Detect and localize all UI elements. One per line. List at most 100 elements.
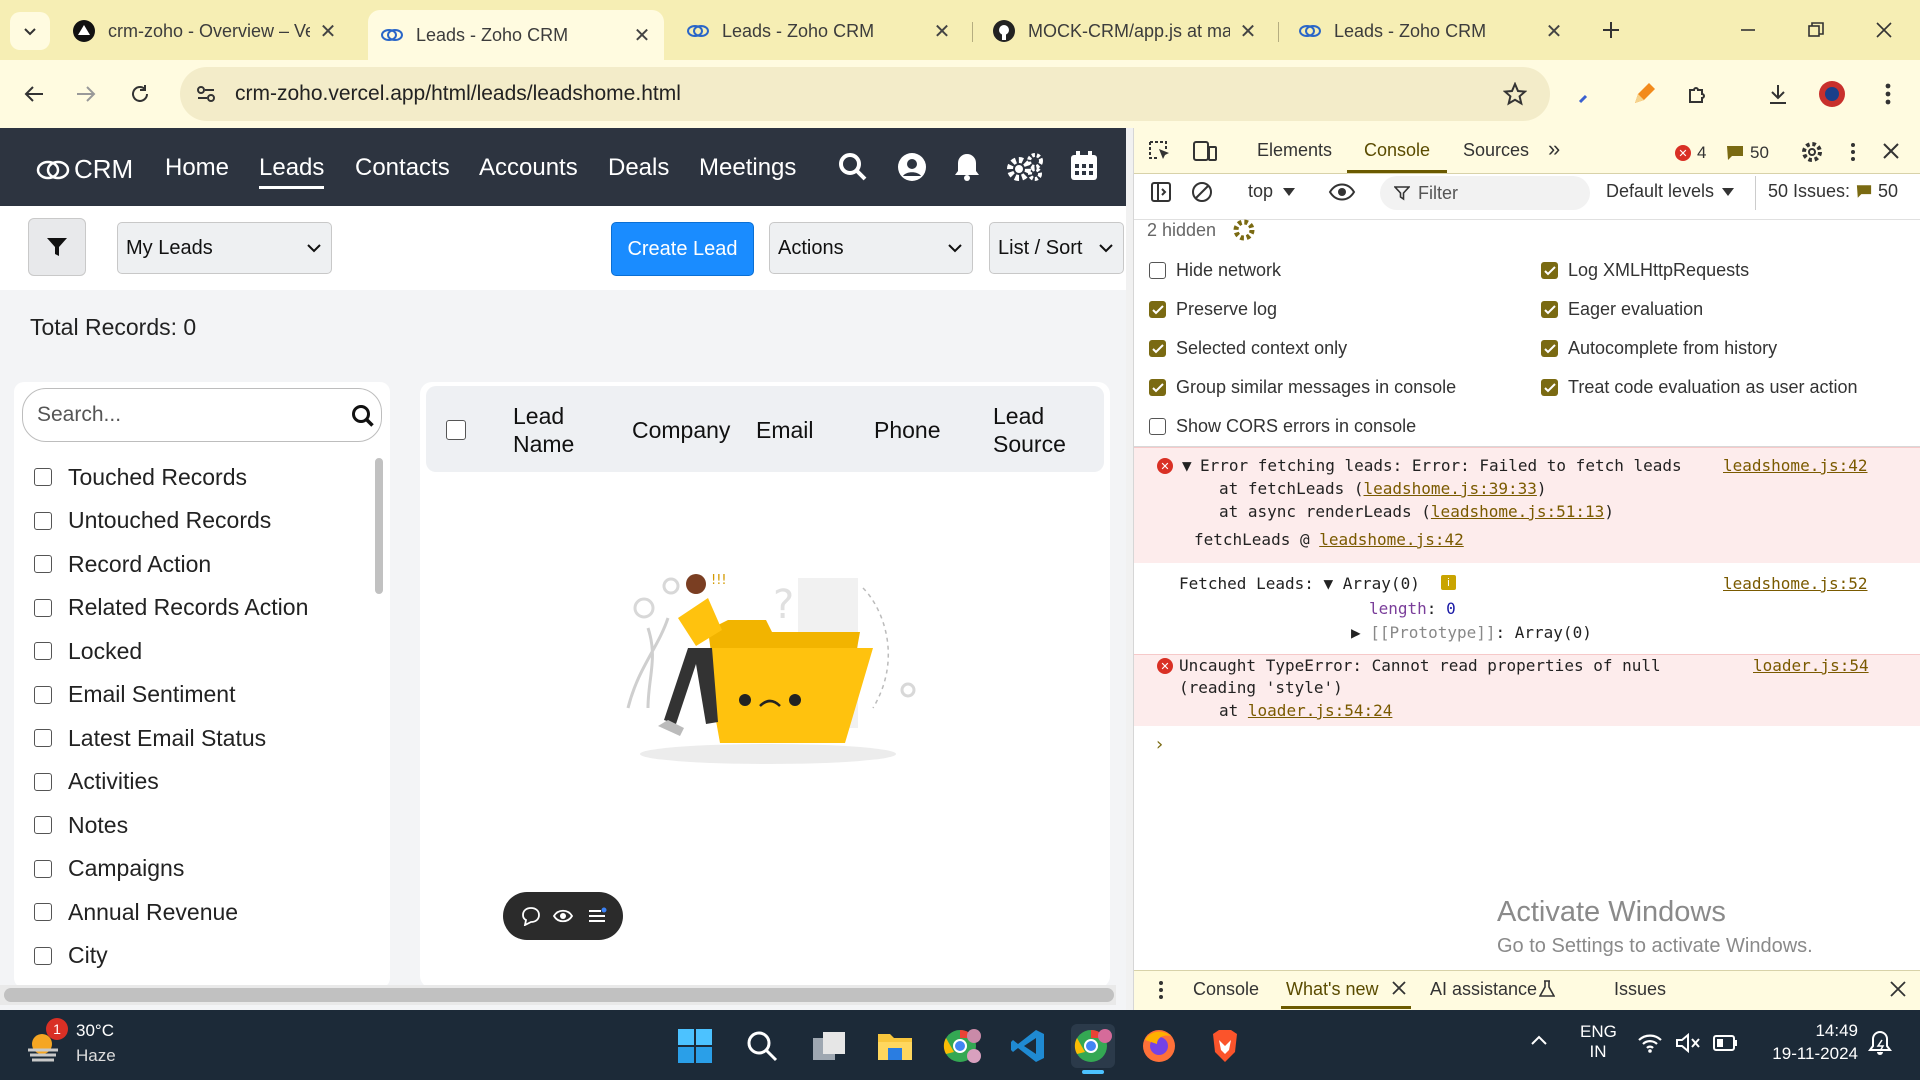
stack-link[interactable]: leadshome.js:39:33	[1364, 479, 1537, 498]
devtools-settings-icon[interactable]	[1800, 140, 1824, 164]
settings-gears-icon[interactable]	[1006, 152, 1044, 182]
close-icon[interactable]	[1392, 981, 1406, 995]
browser-tab-5[interactable]: Leads - Zoho CRM ✕	[1286, 10, 1576, 52]
back-button[interactable]	[16, 76, 52, 112]
search-icon[interactable]	[838, 152, 868, 182]
new-tab-button[interactable]	[1593, 12, 1629, 48]
extension-pen-icon[interactable]	[1570, 76, 1606, 112]
devtools-splitter[interactable]	[1126, 128, 1133, 1010]
calendar-icon[interactable]	[1070, 151, 1098, 181]
nav-accounts[interactable]: Accounts	[479, 154, 578, 182]
list-icon[interactable]	[587, 906, 607, 926]
restore-button[interactable]	[1798, 12, 1834, 48]
stack-link[interactable]: leadshome.js:42	[1319, 530, 1464, 549]
filter-checkbox[interactable]	[34, 468, 52, 486]
info-icon[interactable]: i	[1441, 575, 1456, 590]
filter-checkbox[interactable]	[34, 816, 52, 834]
filter-item[interactable]: Campaigns	[34, 852, 184, 886]
file-explorer-icon[interactable]	[873, 1024, 917, 1068]
close-window-button[interactable]	[1866, 12, 1902, 48]
filter-item[interactable]: Untouched Records	[34, 504, 271, 538]
stack-link[interactable]: loader.js:54:24	[1248, 701, 1393, 720]
taskbar-search-icon[interactable]	[740, 1024, 784, 1068]
filter-checkbox[interactable]	[34, 729, 52, 747]
console-setting[interactable]: Log XMLHttpRequests	[1541, 260, 1749, 281]
brave-icon[interactable]	[1203, 1024, 1247, 1068]
console-prompt[interactable]: ›	[1154, 734, 1165, 755]
download-icon[interactable]	[1760, 76, 1796, 112]
filter-item[interactable]: Record Action	[34, 547, 211, 581]
expand-triangle-icon[interactable]: ▼	[1324, 574, 1343, 593]
console-setting[interactable]: Show CORS errors in console	[1149, 416, 1416, 437]
filter-item[interactable]: Email Sentiment	[34, 678, 235, 712]
bookmark-star-icon[interactable]	[1497, 76, 1533, 112]
filter-item[interactable]: Activities	[34, 765, 159, 799]
filter-checkbox[interactable]	[34, 772, 52, 791]
tab-search-button[interactable]	[10, 12, 50, 50]
console-setting[interactable]: Eager evaluation	[1541, 299, 1703, 320]
drawer-tab-whats-new[interactable]: What's new	[1286, 979, 1378, 1000]
filter-checkbox[interactable]	[34, 555, 52, 573]
filter-item[interactable]: Related Records Action	[34, 591, 308, 625]
close-icon[interactable]: ✕	[1238, 19, 1258, 44]
close-icon[interactable]: ✕	[318, 19, 338, 44]
crm-logo[interactable]: CRM	[36, 154, 133, 185]
extensions-puzzle-icon[interactable]	[1680, 76, 1716, 112]
error-source-link[interactable]: leadshome.js:42	[1723, 456, 1868, 475]
drawer-menu-icon[interactable]	[1158, 980, 1164, 1000]
checkbox-checked[interactable]	[1541, 262, 1558, 279]
task-view-icon[interactable]	[807, 1024, 851, 1068]
console-setting[interactable]: Hide network	[1149, 260, 1281, 281]
checkbox-checked[interactable]	[1541, 301, 1558, 318]
browser-tab-4[interactable]: MOCK-CRM/app.js at ma ✕	[980, 10, 1270, 52]
checkbox-unchecked[interactable]	[1149, 418, 1166, 435]
filter-item[interactable]: City	[34, 939, 108, 973]
devtools-tab-console-active[interactable]: Console	[1364, 140, 1430, 161]
menu-kebab-icon[interactable]	[1870, 76, 1906, 112]
console-setting[interactable]: Preserve log	[1149, 299, 1277, 320]
language-indicator[interactable]: ENG IN	[1580, 1022, 1617, 1062]
expand-triangle-icon[interactable]: ▼	[1182, 456, 1192, 475]
sidebar-scrollbar[interactable]	[375, 458, 383, 594]
drawer-close-icon[interactable]	[1890, 981, 1906, 997]
view-select[interactable]: My Leads	[117, 222, 332, 274]
col-lead-name[interactable]: Lead Name	[513, 402, 574, 458]
filter-checkbox[interactable]	[34, 511, 52, 530]
more-tabs-icon[interactable]: »	[1548, 136, 1560, 162]
filter-toggle-button[interactable]	[28, 218, 86, 276]
nav-meetings[interactable]: Meetings	[699, 154, 796, 182]
close-icon[interactable]: ✕	[632, 23, 652, 48]
close-icon[interactable]: ✕	[932, 19, 952, 44]
checkbox-checked[interactable]	[1149, 379, 1166, 396]
clear-console-icon[interactable]	[1191, 181, 1213, 203]
nav-contacts[interactable]: Contacts	[355, 154, 450, 182]
battery-icon[interactable]	[1713, 1034, 1739, 1052]
issues-counter[interactable]: 50 Issues: 50	[1768, 181, 1898, 202]
log-source-link[interactable]: leadshome.js:52	[1723, 574, 1868, 593]
tray-overflow-chevron-icon[interactable]	[1530, 1034, 1548, 1046]
wifi-icon[interactable]	[1637, 1032, 1663, 1054]
log-levels-select[interactable]: Default levels	[1606, 181, 1735, 202]
pencil-icon[interactable]	[1626, 76, 1662, 112]
console-setting[interactable]: Treat code evaluation as user action	[1541, 377, 1858, 398]
filter-item[interactable]: Latest Email Status	[34, 721, 266, 755]
error-counter[interactable]: ✕ 4	[1675, 143, 1706, 163]
reload-button[interactable]	[122, 76, 158, 112]
stack-link[interactable]: leadshome.js:51:13	[1431, 502, 1604, 521]
browser-tab-1[interactable]: crm-zoho - Overview – Ve ✕	[60, 10, 350, 52]
context-select[interactable]: top	[1248, 181, 1296, 202]
devtools-tab-elements[interactable]: Elements	[1257, 140, 1332, 161]
device-toolbar-icon[interactable]	[1192, 140, 1218, 162]
filter-checkbox[interactable]	[34, 642, 52, 660]
firefox-icon[interactable]	[1137, 1024, 1181, 1068]
minimize-button[interactable]	[1730, 12, 1766, 48]
sidebar-toggle-icon[interactable]	[1150, 181, 1172, 203]
user-account-icon[interactable]	[897, 152, 927, 182]
url-text[interactable]: crm-zoho.vercel.app/html/leads/leadshome…	[235, 82, 681, 106]
speaker-muted-icon[interactable]	[1675, 1032, 1701, 1054]
expand-triangle-icon[interactable]: ▶	[1351, 623, 1370, 642]
notification-bell-icon[interactable]	[1868, 1030, 1892, 1056]
devtools-menu-icon[interactable]	[1850, 142, 1856, 162]
console-filter-input[interactable]: Filter	[1380, 176, 1590, 210]
nav-leads-active[interactable]: Leads	[259, 154, 325, 189]
